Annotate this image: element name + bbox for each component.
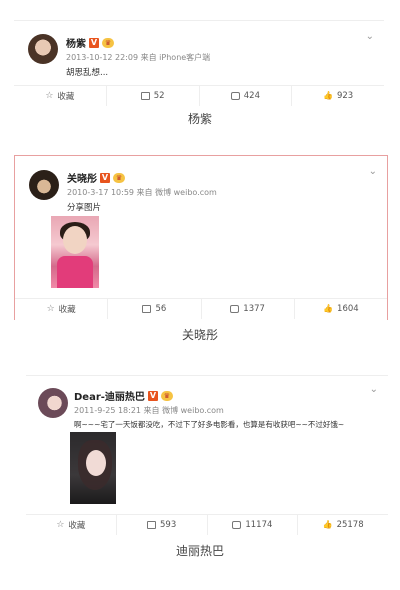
comment-icon [230,92,240,100]
verified-badge-icon: V [147,390,158,401]
repost-count: 52 [153,91,165,101]
repost-icon [147,521,156,529]
post-photo[interactable] [51,216,99,288]
repost-count: 56 [155,304,167,314]
post-text: 啊~~~宅了一天饭都没吃，不过下了好多电影看，也算是有收获吧~~不过好饿~ [74,420,345,429]
comment-count: 11174 [245,520,273,530]
post-author[interactable]: Dear-迪丽热巴 V ♛ [74,388,173,403]
member-badge-icon: ♛ [102,37,114,48]
weibo-post-card: 杨紫 V ♛ 2013-10-12 22:09 来自 iPhone客户端 胡思乱… [14,20,384,106]
repost-button[interactable]: 52 [107,86,200,106]
post-actions-bar: ☆ 收藏 56 1377 👍 1604 [15,298,387,319]
post-source: 来自 微博 weibo.com [143,406,224,415]
repost-count: 593 [160,520,177,530]
post-author[interactable]: 杨紫 V ♛ [66,35,114,50]
post-meta: 2010-3-17 10:59 来自 微博 weibo.com [67,187,217,198]
favorite-label: 收藏 [68,521,86,531]
post-time[interactable]: 2013-10-12 22:09 [66,53,138,62]
favorite-button[interactable]: ☆ 收藏 [15,299,109,319]
thumbs-up-icon: 👍 [323,91,333,100]
like-button[interactable]: 👍 923 [292,86,384,106]
thumbs-up-icon: 👍 [323,304,334,313]
post-meta: 2013-10-12 22:09 来自 iPhone客户端 [66,52,210,63]
post-time[interactable]: 2011-9-25 18:21 [74,406,141,415]
member-badge-icon: ♛ [113,172,125,183]
chevron-down-icon[interactable]: ⌄ [370,384,378,395]
star-icon: ☆ [46,303,55,314]
post-author[interactable]: 关晓彤 V ♛ [67,170,125,185]
like-count: 25178 [336,520,364,530]
post-source: 来自 iPhone客户端 [140,53,211,62]
verified-badge-icon: V [100,172,110,183]
post-text: 分享图片 [67,203,102,213]
comment-button[interactable]: 11174 [208,515,299,535]
author-name[interactable]: Dear-迪丽热巴 [74,388,145,403]
weibo-post-card: Dear-迪丽热巴 V ♛ 2011-9-25 18:21 来自 微博 weib… [26,375,388,538]
post-time[interactable]: 2010-3-17 10:59 [67,188,134,197]
chevron-down-icon[interactable]: ⌄ [369,166,377,177]
verified-badge-icon: V [89,37,99,48]
favorite-label: 收藏 [57,92,75,102]
comment-icon [230,305,240,313]
post-caption: 迪丽热巴 [175,544,224,558]
avatar[interactable] [28,34,58,64]
post-text: 胡思乱想... [66,68,109,78]
comment-button[interactable]: 1377 [202,299,295,319]
repost-button[interactable]: 56 [108,299,202,319]
chevron-down-icon[interactable]: ⌄ [366,31,374,42]
author-name[interactable]: 杨紫 [66,35,86,50]
thumbs-up-icon: 👍 [322,520,333,529]
like-button[interactable]: 👍 25178 [298,515,388,535]
like-button[interactable]: 👍 1604 [295,299,387,319]
comment-count: 424 [243,91,260,101]
post-actions-bar: ☆ 收藏 52 424 👍 923 [14,85,384,106]
comment-icon [232,521,242,529]
comment-button[interactable]: 424 [200,86,293,106]
repost-icon [140,92,150,100]
avatar[interactable] [38,388,68,418]
post-meta: 2011-9-25 18:21 来自 微博 weibo.com [74,405,224,416]
comment-count: 1377 [243,304,265,314]
post-caption: 关晓彤 [181,328,218,342]
favorite-label: 收藏 [58,305,76,315]
like-count: 1604 [337,304,359,314]
repost-button[interactable]: 593 [117,515,208,535]
star-icon: ☆ [45,90,54,101]
post-source: 来自 微博 weibo.com [136,188,217,197]
favorite-button[interactable]: ☆ 收藏 [14,86,107,106]
author-name[interactable]: 关晓彤 [67,170,97,185]
star-icon: ☆ [56,519,65,530]
post-caption: 杨紫 [187,112,212,126]
weibo-post-card: 关晓彤 V ♛ 2010-3-17 10:59 来自 微博 weibo.com … [14,155,388,320]
avatar[interactable] [29,170,59,200]
favorite-button[interactable]: ☆ 收藏 [26,515,117,535]
post-actions-bar: ☆ 收藏 593 11174 👍 25178 [26,514,388,535]
member-badge-icon: ♛ [160,390,173,401]
like-count: 923 [336,91,354,101]
repost-icon [142,305,152,313]
post-photo[interactable] [70,432,116,504]
